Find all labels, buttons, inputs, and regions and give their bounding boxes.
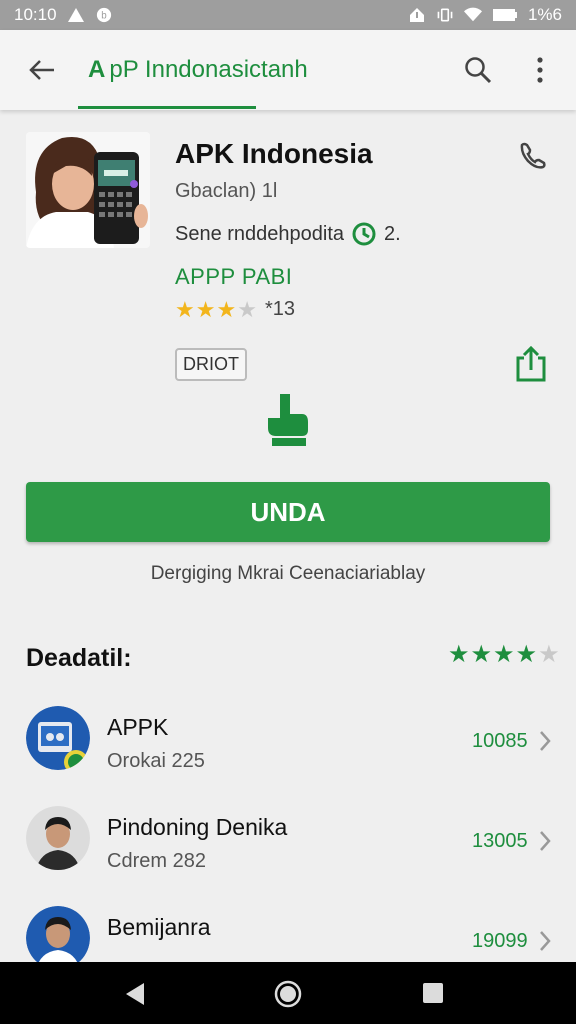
clock-icon bbox=[352, 222, 376, 246]
svg-text:b: b bbox=[101, 11, 107, 22]
status-time: 10:10 bbox=[14, 5, 57, 24]
nav-recents-icon[interactable] bbox=[422, 982, 444, 1004]
notification-icon: b bbox=[96, 7, 111, 23]
app-developer: Gbaclan) 1l bbox=[175, 180, 278, 202]
page-title: A pP Inndonasictanh bbox=[88, 56, 308, 84]
vibrate-icon bbox=[437, 8, 453, 22]
list-item-title: Pindoning Denika bbox=[107, 814, 288, 840]
section-rating-stars: ★ ★ ★ ★ ★ bbox=[448, 641, 560, 668]
app-logo: A bbox=[88, 56, 106, 83]
app-bar: A pP Inndonasictanh bbox=[0, 30, 576, 110]
star-icon: ★ bbox=[448, 641, 470, 668]
avatar bbox=[26, 806, 90, 870]
status-bar: 10:10 b 1%6 bbox=[0, 0, 576, 30]
search-button[interactable] bbox=[458, 50, 498, 90]
star-icon: ★ bbox=[515, 641, 538, 668]
phone-call-icon[interactable] bbox=[518, 140, 548, 170]
page-title-text: pP Inndonasictanh bbox=[109, 56, 308, 83]
app-hero-image bbox=[26, 132, 150, 248]
battery-text: 1%6 bbox=[527, 5, 562, 24]
person-avatar-image bbox=[26, 806, 90, 870]
app-category-label: APPP PABI bbox=[175, 264, 293, 289]
alert-icon bbox=[409, 8, 424, 22]
list-item-subtitle: Orokai 225 bbox=[107, 750, 205, 772]
avatar bbox=[26, 906, 90, 970]
list-item-count: 13005 bbox=[472, 830, 528, 852]
rating-count: *13 bbox=[264, 298, 295, 320]
avatar bbox=[26, 706, 90, 770]
app-meta-suffix: 2. bbox=[384, 222, 401, 245]
star-icon: ★ bbox=[493, 641, 515, 668]
nav-home-icon[interactable] bbox=[274, 980, 302, 1008]
list-item-subtitle: Cdrem 282 bbox=[107, 850, 206, 872]
system-nav-bar bbox=[0, 962, 576, 1024]
person-holding-phone-image bbox=[26, 132, 150, 248]
app-rating: ★ ★ ★ ★ *13 bbox=[175, 298, 295, 321]
list-item-count: 10085 bbox=[472, 730, 528, 752]
hand-pointer-icon bbox=[268, 394, 308, 446]
warning-icon bbox=[67, 8, 84, 22]
star-icon: ★ bbox=[470, 641, 493, 668]
more-vertical-icon bbox=[537, 57, 543, 83]
app-avatar-image bbox=[26, 706, 90, 770]
arrow-left-icon bbox=[29, 60, 54, 80]
app-meta-text: Sene rnddehpodita bbox=[175, 222, 345, 245]
search-icon bbox=[465, 57, 492, 84]
chevron-right-icon bbox=[540, 831, 551, 851]
install-note: Dergiging Mkrai Ceenaciariablay bbox=[150, 563, 426, 584]
star-icon: ★ bbox=[195, 296, 216, 322]
list-item-title: Bemijanra bbox=[107, 914, 211, 940]
title-tab-indicator bbox=[78, 106, 256, 109]
more-options-button[interactable] bbox=[522, 50, 558, 90]
chevron-right-icon bbox=[540, 731, 551, 751]
install-button[interactable]: UNDA bbox=[26, 482, 550, 542]
share-icon[interactable] bbox=[512, 344, 550, 384]
rating-stars: ★ ★ ★ ★ bbox=[175, 296, 257, 322]
list-item[interactable]: Pindoning Denika Cdrem 282 13005 bbox=[0, 806, 576, 896]
battery-icon bbox=[492, 9, 517, 21]
list-item[interactable]: APPK Orokai 225 10085 bbox=[0, 706, 576, 796]
list-item-count: 19099 bbox=[472, 930, 528, 952]
star-empty-icon: ★ bbox=[538, 641, 560, 668]
app-name: APK Indonesia bbox=[175, 138, 373, 169]
chevron-right-icon bbox=[540, 931, 551, 951]
nav-back-icon[interactable] bbox=[122, 981, 148, 1007]
star-icon: ★ bbox=[216, 296, 237, 322]
person-avatar-image bbox=[26, 906, 90, 970]
content-rating-chip: DRIOT bbox=[175, 348, 247, 381]
list-item-title: APPK bbox=[107, 714, 169, 740]
star-half-icon: ★ bbox=[237, 296, 257, 322]
app-meta: Sene rnddehpodita 2. bbox=[175, 222, 401, 246]
star-icon: ★ bbox=[175, 296, 195, 322]
section-title: Deadatil: bbox=[26, 644, 132, 672]
wifi-icon bbox=[463, 7, 482, 22]
back-button[interactable] bbox=[22, 52, 62, 88]
